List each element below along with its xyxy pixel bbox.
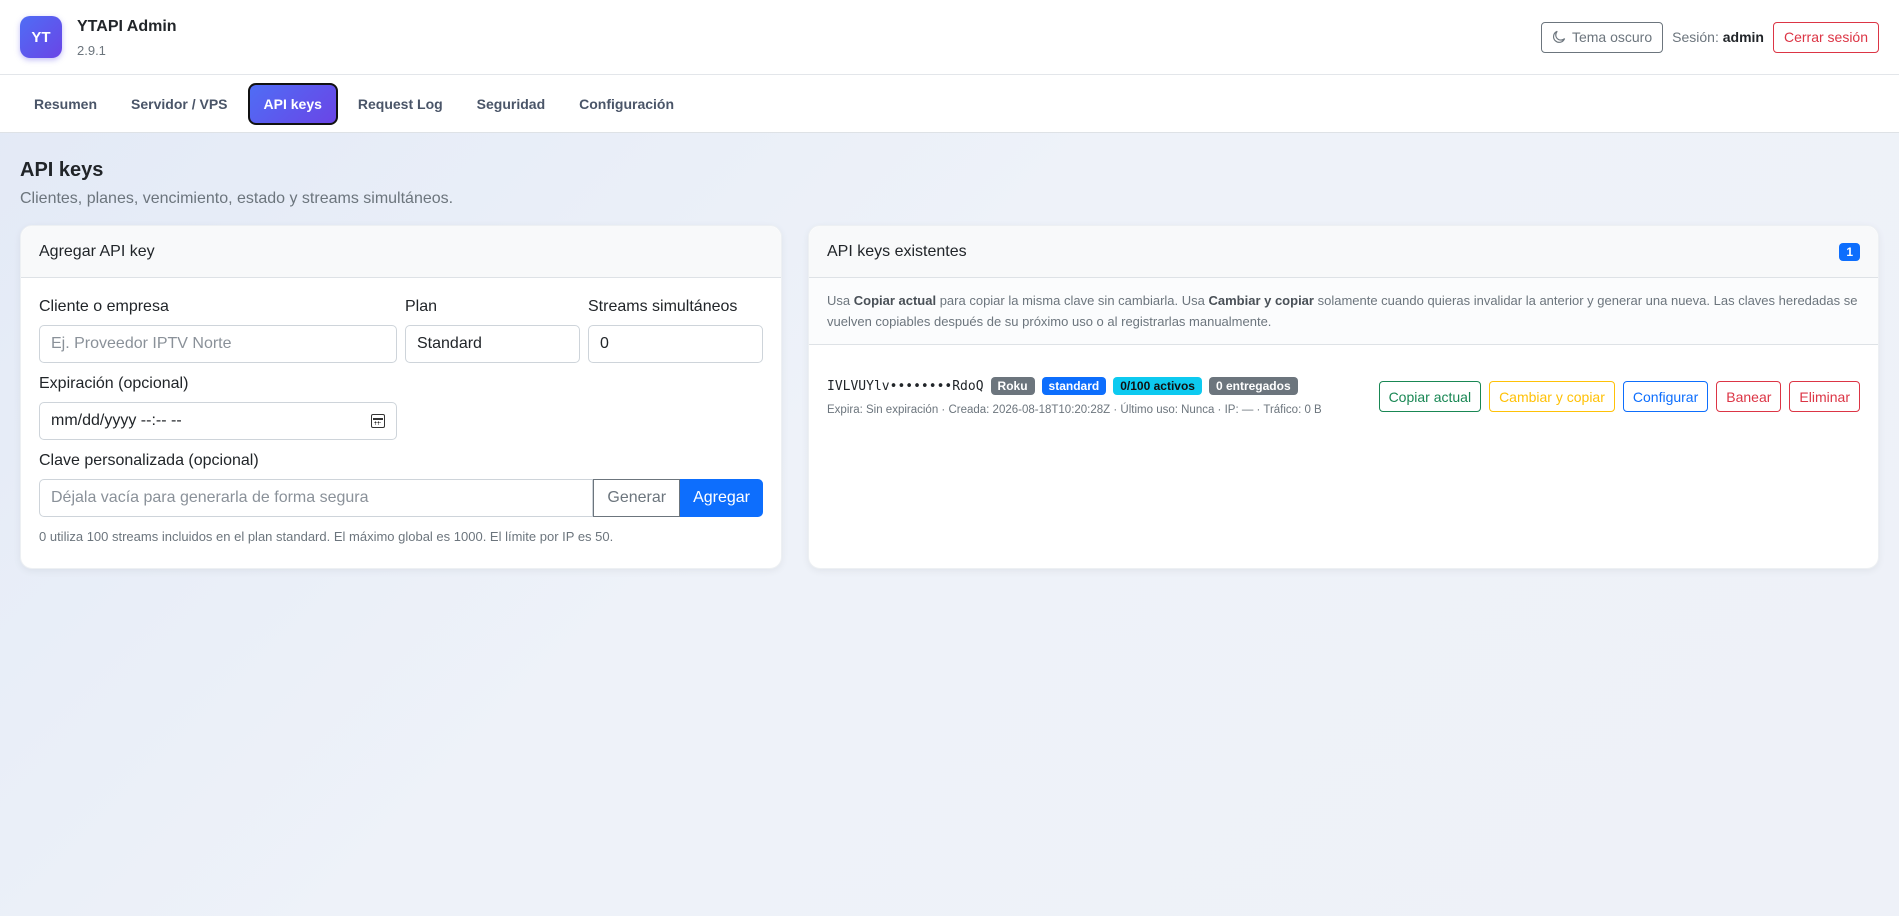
client-field: Cliente o empresa Ej. Proveedor IPTV Nor… — [39, 298, 397, 363]
existing-keys-card: API keys existentes 1 Usa Copiar actual … — [808, 225, 1879, 569]
client-input[interactable]: Ej. Proveedor IPTV Norte — [39, 325, 397, 363]
theme-toggle-label: Tema oscuro — [1571, 29, 1653, 45]
add-button[interactable]: Agregar — [680, 479, 763, 517]
tab-configuracion[interactable]: Configuración — [565, 83, 688, 125]
tab-request-log[interactable]: Request Log — [344, 83, 457, 125]
app-logo: YT — [20, 16, 62, 58]
streams-label: Streams simultáneos — [588, 298, 738, 315]
brand: YT YTAPI Admin 2.9.1 — [20, 16, 177, 58]
info-text-1: Usa — [827, 293, 854, 308]
top-bar: YT YTAPI Admin 2.9.1 Tema oscuro Sesión:… — [0, 0, 1899, 75]
custom-key-field: Clave personalizada (opcional) Déjala va… — [39, 452, 763, 517]
app-title: YTAPI Admin — [77, 17, 177, 35]
api-key-details: IVLVUYlv••••••••RdoQ Roku standard 0/100… — [827, 377, 1322, 416]
ban-button[interactable]: Banear — [1716, 381, 1782, 412]
api-key-actions: Copiar actual Cambiar y copiar Configura… — [1378, 381, 1860, 412]
delivered-badge: 0 entregados — [1208, 377, 1298, 395]
keys-count-badge: 1 — [1839, 242, 1860, 261]
configure-button[interactable]: Configurar — [1622, 381, 1709, 412]
logout-button[interactable]: Cerrar sesión — [1772, 21, 1879, 53]
client-label: Cliente o empresa — [39, 298, 169, 315]
main-tabs: Resumen Servidor / VPS API keys Request … — [0, 75, 1899, 133]
tab-servidor-vps[interactable]: Servidor / VPS — [117, 83, 241, 125]
header-actions: Tema oscuro Sesión: admin Cerrar sesión — [1540, 21, 1879, 53]
delete-button[interactable]: Eliminar — [1789, 381, 1860, 412]
plan-label: Plan — [405, 298, 438, 315]
add-card-header: Agregar API key — [21, 226, 781, 278]
info-copy-current: Copiar actual — [853, 293, 937, 308]
brand-text: YTAPI Admin 2.9.1 — [77, 17, 177, 58]
add-card-title: Agregar API key — [39, 242, 155, 260]
api-key-row: IVLVUYlv••••••••RdoQ Roku standard 0/100… — [809, 345, 1878, 416]
theme-toggle-button[interactable]: Tema oscuro — [1540, 21, 1664, 53]
add-card-body: Cliente o empresa Ej. Proveedor IPTV Nor… — [21, 278, 781, 564]
tab-resumen[interactable]: Resumen — [20, 83, 111, 125]
existing-card-header: API keys existentes 1 — [809, 226, 1878, 278]
api-key-meta: Expira: Sin expiración · Creada: 2026-08… — [827, 404, 1322, 416]
active-streams-badge: 0/100 activos — [1113, 377, 1202, 395]
keys-info-text: Usa Copiar actual para copiar la misma c… — [809, 278, 1878, 345]
streams-field: Streams simultáneos 0 — [588, 298, 763, 363]
page-subtitle: Clientes, planes, vencimiento, estado y … — [20, 190, 454, 207]
plan-select[interactable]: Standard — [405, 325, 580, 363]
custom-key-input[interactable]: Déjala vacía para generarla de forma seg… — [39, 479, 594, 517]
form-row-1: Cliente o empresa Ej. Proveedor IPTV Nor… — [39, 298, 763, 363]
api-key-line: IVLVUYlv••••••••RdoQ Roku standard 0/100… — [827, 377, 1322, 395]
change-and-copy-button[interactable]: Cambiar y copiar — [1489, 381, 1615, 412]
add-api-key-card: Agregar API key Cliente o empresa Ej. Pr… — [20, 225, 782, 569]
moon-icon — [1553, 30, 1566, 43]
client-badge: Roku — [990, 377, 1035, 395]
expiration-field: Expiración (opcional) mm/dd/yyyy --:-- -… — [39, 375, 763, 440]
custom-key-group: Déjala vacía para generarla de forma seg… — [39, 479, 763, 517]
plan-field: Plan Standard — [405, 298, 580, 363]
tab-api-keys[interactable]: API keys — [247, 82, 338, 125]
calendar-icon[interactable] — [371, 414, 385, 428]
plan-badge: standard — [1041, 377, 1107, 395]
existing-card-title: API keys existentes — [827, 242, 967, 260]
copy-current-button[interactable]: Copiar actual — [1378, 381, 1482, 412]
masked-api-key: IVLVUYlv••••••••RdoQ — [827, 378, 984, 394]
info-text-2: para copiar la misma clave sin cambiarla… — [936, 293, 1209, 308]
tab-seguridad[interactable]: Seguridad — [463, 83, 559, 125]
session-info: Sesión: admin — [1672, 29, 1764, 45]
streams-input[interactable]: 0 — [588, 325, 763, 363]
session-prefix: Sesión: — [1672, 29, 1719, 45]
info-change-copy: Cambiar y copiar — [1208, 293, 1314, 308]
app-version: 2.9.1 — [77, 42, 106, 58]
session-user: admin — [1722, 29, 1764, 45]
page-content: API keys Clientes, planes, vencimiento, … — [0, 159, 1899, 569]
form-help-text: 0 utiliza 100 streams incluidos en el pl… — [39, 529, 614, 544]
expiration-placeholder: mm/dd/yyyy --:-- -- — [51, 412, 182, 429]
generate-button[interactable]: Generar — [593, 479, 681, 517]
expiration-input[interactable]: mm/dd/yyyy --:-- -- — [39, 402, 397, 440]
expiration-label: Expiración (opcional) — [39, 375, 189, 392]
custom-key-label: Clave personalizada (opcional) — [39, 452, 259, 469]
page-title: API keys — [20, 159, 104, 181]
cards-row: Agregar API key Cliente o empresa Ej. Pr… — [20, 225, 1879, 569]
